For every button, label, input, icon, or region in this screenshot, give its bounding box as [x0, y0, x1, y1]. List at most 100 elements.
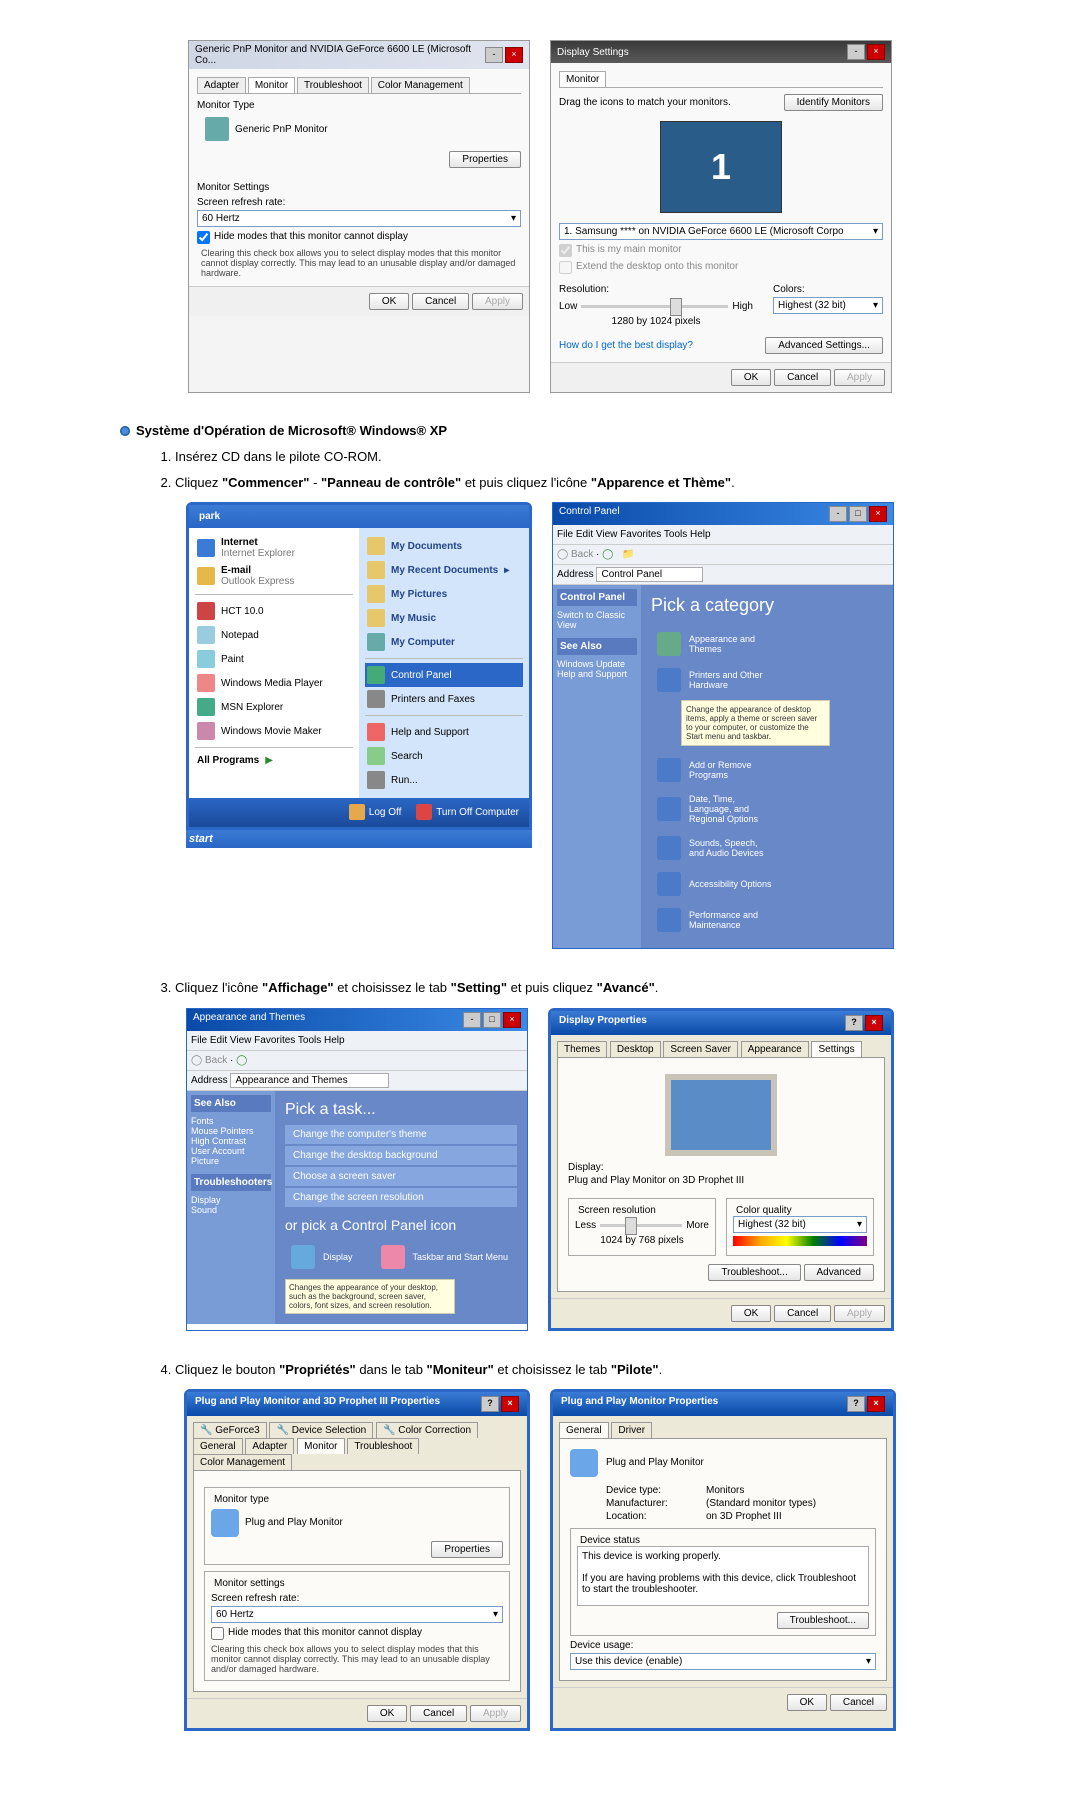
ok-button[interactable]: OK — [731, 369, 771, 386]
side-link[interactable]: High Contrast — [191, 1136, 271, 1146]
side-link[interactable]: Mouse Pointers — [191, 1126, 271, 1136]
tab-device-selection[interactable]: 🔧 Device Selection — [269, 1422, 373, 1438]
tab-appearance[interactable]: Appearance — [741, 1041, 809, 1057]
tab-colormgmt[interactable]: Color Management — [193, 1454, 292, 1470]
cancel-button[interactable]: Cancel — [830, 1694, 887, 1711]
cat-printers[interactable]: Printers and Other Hardware — [651, 662, 779, 698]
identify-monitors-button[interactable]: Identify Monitors — [784, 94, 883, 111]
ok-button[interactable]: OK — [367, 1705, 407, 1722]
display-icon[interactable]: Display — [285, 1239, 359, 1275]
search[interactable]: Search — [365, 744, 523, 768]
tab-desktop[interactable]: Desktop — [610, 1041, 661, 1057]
my-recent-docs[interactable]: My Recent Documents ▸ — [365, 558, 523, 582]
help-support-link[interactable]: Help and Support — [557, 669, 637, 679]
task-item[interactable]: Change the computer's theme — [285, 1125, 517, 1144]
properties-button[interactable]: Properties — [449, 151, 521, 168]
cat-date[interactable]: Date, Time, Language, and Regional Optio… — [651, 788, 779, 830]
back-button[interactable]: ◯ Back — [191, 1055, 227, 1066]
device-usage-select[interactable]: Use this device (enable) ▾ — [570, 1653, 876, 1670]
logoff-button[interactable]: Log Off — [343, 802, 408, 822]
apply-button[interactable]: Apply — [472, 293, 523, 310]
menu-bar[interactable]: File Edit View Favorites Tools Help — [553, 525, 893, 545]
cat-sounds[interactable]: Sounds, Speech, and Audio Devices — [651, 830, 779, 866]
my-documents[interactable]: My Documents — [365, 534, 523, 558]
control-panel-item[interactable]: Control Panel — [365, 663, 523, 687]
cancel-button[interactable]: Cancel — [410, 1705, 467, 1722]
start-internet[interactable]: InternetInternet Explorer — [195, 534, 353, 562]
ok-button[interactable]: OK — [731, 1305, 771, 1322]
troubleshoot-button[interactable]: Troubleshoot... — [777, 1612, 869, 1629]
close-button[interactable]: × — [505, 47, 523, 63]
max-button[interactable]: □ — [483, 1012, 501, 1028]
start-item[interactable]: Windows Media Player — [195, 671, 353, 695]
colors-select[interactable]: Highest (32 bit) ▾ — [773, 297, 883, 314]
switch-view-link[interactable]: Switch to Classic View — [557, 610, 637, 630]
color-quality-select[interactable]: Highest (32 bit) ▾ — [733, 1216, 867, 1233]
min-button[interactable]: - — [485, 47, 503, 63]
tab-adapter[interactable]: Adapter — [197, 77, 246, 93]
side-link[interactable]: Sound — [191, 1205, 271, 1215]
task-item[interactable]: Change the desktop background — [285, 1146, 517, 1165]
forward-button[interactable]: ◯ — [236, 1055, 247, 1066]
all-programs[interactable]: All Programs ▶ — [195, 752, 353, 769]
apply-button[interactable]: Apply — [834, 1305, 885, 1322]
cancel-button[interactable]: Cancel — [774, 1305, 831, 1322]
min-button[interactable]: - — [847, 44, 865, 60]
help-support[interactable]: Help and Support — [365, 720, 523, 744]
ok-button[interactable]: OK — [369, 293, 409, 310]
cancel-button[interactable]: Cancel — [774, 369, 831, 386]
tab-general[interactable]: General — [193, 1438, 243, 1454]
start-item[interactable]: Paint — [195, 647, 353, 671]
close-button[interactable]: × — [865, 1015, 883, 1031]
troubleshoot-button[interactable]: Troubleshoot... — [708, 1264, 800, 1281]
my-computer[interactable]: My Computer — [365, 630, 523, 654]
close-button[interactable]: × — [869, 506, 887, 522]
tab-general[interactable]: General — [559, 1422, 609, 1438]
start-item[interactable]: HCT 10.0 — [195, 599, 353, 623]
refresh-rate-select[interactable]: 60 Hertz ▾ — [211, 1606, 503, 1623]
menu-bar[interactable]: File Edit View Favorites Tools Help — [187, 1031, 527, 1051]
resolution-slider[interactable] — [581, 305, 728, 308]
cat-accessibility[interactable]: Accessibility Options — [651, 866, 779, 902]
task-item[interactable]: Change the screen resolution — [285, 1188, 517, 1207]
close-button[interactable]: × — [867, 44, 885, 60]
monitor-select[interactable]: 1. Samsung **** on NVIDIA GeForce 6600 L… — [559, 223, 883, 240]
turnoff-button[interactable]: Turn Off Computer — [410, 802, 525, 822]
tab-geforce[interactable]: 🔧 GeForce3 — [193, 1422, 267, 1438]
tab-themes[interactable]: Themes — [557, 1041, 607, 1057]
apply-button[interactable]: Apply — [834, 369, 885, 386]
tab-troubleshoot[interactable]: Troubleshoot — [347, 1438, 419, 1454]
tab-screensaver[interactable]: Screen Saver — [663, 1041, 738, 1057]
min-button[interactable]: - — [463, 1012, 481, 1028]
my-pictures[interactable]: My Pictures — [365, 582, 523, 606]
advanced-button[interactable]: Advanced — [804, 1264, 874, 1281]
start-item[interactable]: Notepad — [195, 623, 353, 647]
address-bar[interactable]: Address Appearance and Themes — [187, 1071, 527, 1091]
forward-button[interactable]: ◯ — [602, 549, 613, 560]
taskbar-icon[interactable]: Taskbar and Start Menu — [375, 1239, 515, 1275]
help-button[interactable]: ? — [847, 1396, 865, 1412]
printers-faxes[interactable]: Printers and Faxes — [365, 687, 523, 711]
run[interactable]: Run... — [365, 768, 523, 792]
close-button[interactable]: × — [501, 1396, 519, 1412]
advanced-settings-button[interactable]: Advanced Settings... — [765, 337, 883, 354]
side-link[interactable]: User Account Picture — [191, 1146, 271, 1166]
tab-adapter[interactable]: Adapter — [245, 1438, 294, 1454]
tab-monitor[interactable]: Monitor — [297, 1438, 344, 1454]
address-bar[interactable]: Address Control Panel — [553, 565, 893, 585]
tab-colormgmt[interactable]: Color Management — [371, 77, 470, 93]
tab-monitor[interactable]: Monitor — [248, 77, 295, 93]
ok-button[interactable]: OK — [787, 1694, 827, 1711]
help-button[interactable]: ? — [481, 1396, 499, 1412]
tab-color-correction[interactable]: 🔧 Color Correction — [376, 1422, 478, 1438]
windows-update-link[interactable]: Windows Update — [557, 659, 637, 669]
tab-monitor[interactable]: Monitor — [559, 71, 606, 87]
tab-driver[interactable]: Driver — [611, 1422, 652, 1438]
side-link[interactable]: Display — [191, 1195, 271, 1205]
properties-button[interactable]: Properties — [431, 1541, 503, 1558]
monitor-preview[interactable]: 1 — [660, 121, 782, 213]
best-display-link[interactable]: How do I get the best display? — [559, 340, 693, 351]
my-music[interactable]: My Music — [365, 606, 523, 630]
start-item[interactable]: MSN Explorer — [195, 695, 353, 719]
apply-button[interactable]: Apply — [470, 1705, 521, 1722]
